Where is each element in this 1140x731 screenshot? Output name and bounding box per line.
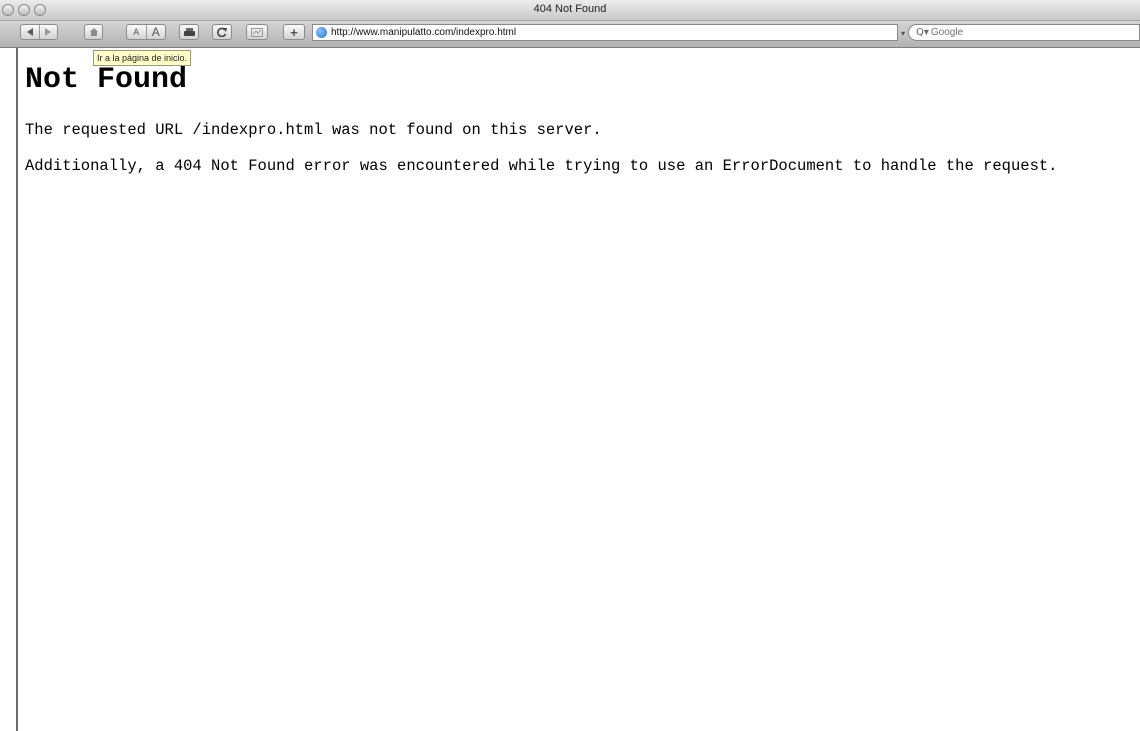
additional-error-message: Additionally, a 404 Not Found error was … xyxy=(25,157,1058,175)
page-heading: Not Found xyxy=(25,63,188,97)
window-left-border xyxy=(16,48,18,731)
search-dropdown-icon[interactable]: ▾ xyxy=(901,29,905,38)
text-size-group: A A xyxy=(126,24,166,40)
page-content: Not Found The requested URL /indexpro.ht… xyxy=(25,60,1125,176)
back-arrow-icon xyxy=(26,28,33,36)
text-smaller-button[interactable]: A xyxy=(127,25,146,39)
address-bar[interactable] xyxy=(312,24,898,41)
globe-icon xyxy=(316,27,327,38)
printer-icon xyxy=(183,27,195,36)
error-message: The requested URL /indexpro.html was not… xyxy=(25,121,602,139)
url-input[interactable] xyxy=(331,27,871,38)
window-title: 404 Not Found xyxy=(533,3,607,15)
window-title-bar[interactable]: 404 Not Found xyxy=(0,0,1140,21)
search-input[interactable] xyxy=(930,27,1131,38)
bug-report-button[interactable] xyxy=(246,24,268,40)
print-button[interactable] xyxy=(179,24,199,40)
back-forward-group xyxy=(20,24,58,40)
browser-toolbar: A A + ▾ Q▾ xyxy=(0,21,1140,48)
forward-arrow-icon xyxy=(45,28,52,36)
reload-button[interactable] xyxy=(212,24,232,40)
bug-report-icon xyxy=(251,27,263,37)
back-button[interactable] xyxy=(21,25,39,39)
search-box[interactable]: Q▾ xyxy=(908,24,1140,41)
add-bookmark-button[interactable]: + xyxy=(283,24,305,40)
reload-icon xyxy=(217,27,227,37)
home-button[interactable] xyxy=(84,24,103,40)
home-icon xyxy=(89,28,98,36)
magnifier-icon[interactable]: Q▾ xyxy=(916,27,929,38)
text-bigger-button[interactable]: A xyxy=(145,25,166,39)
forward-button[interactable] xyxy=(38,25,58,39)
home-tooltip: Ir a la página de inicio. xyxy=(93,50,192,66)
